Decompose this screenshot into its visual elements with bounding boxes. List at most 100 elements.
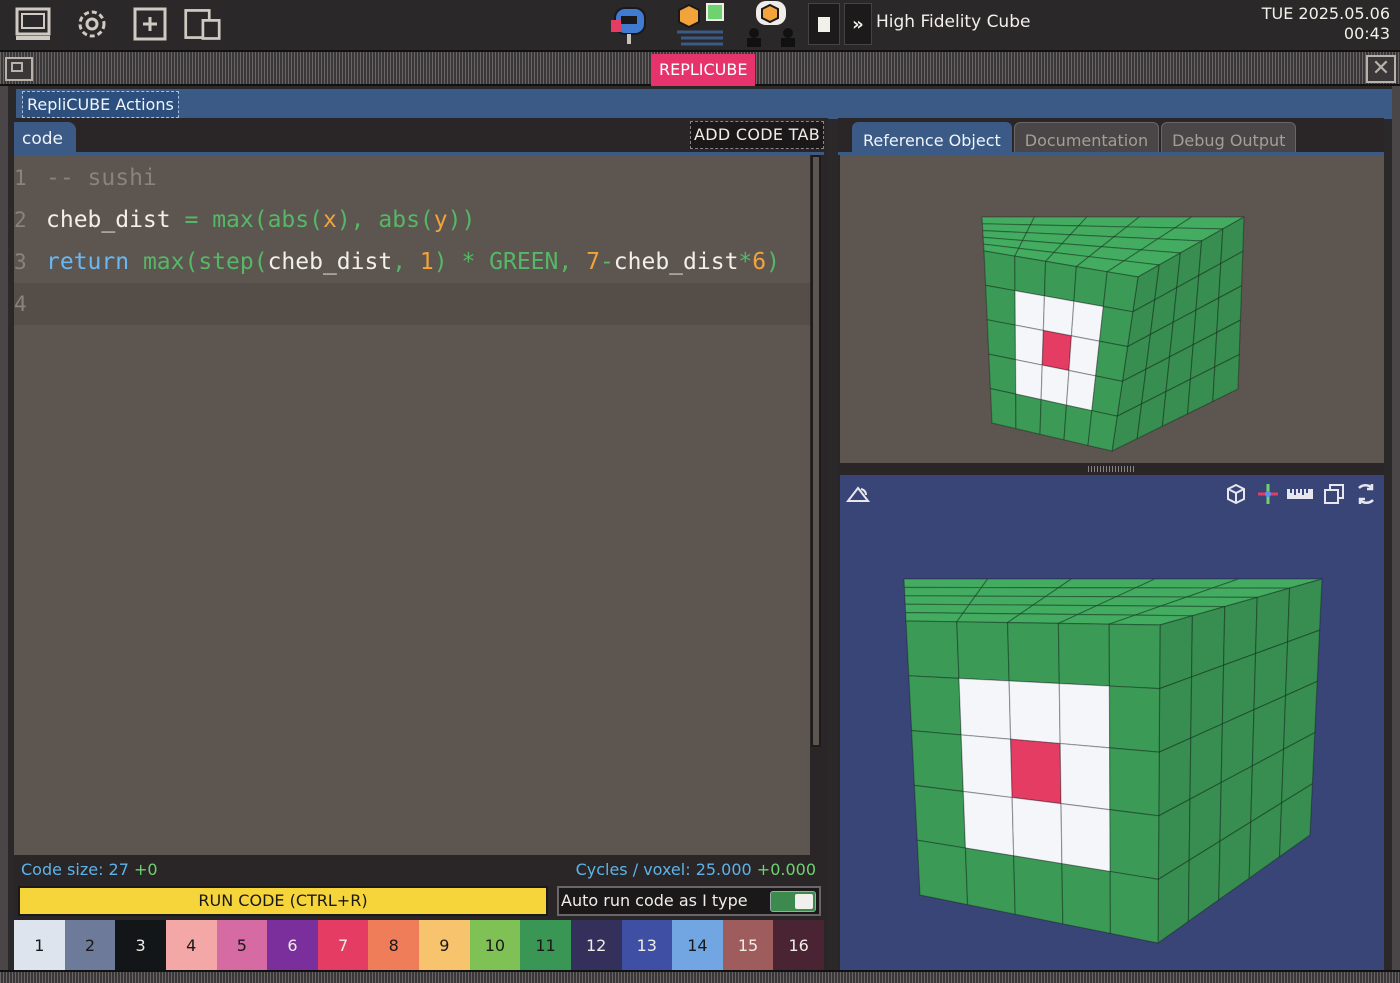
tab-reference-object[interactable]: Reference Object [852, 122, 1012, 154]
voxel-front [1108, 685, 1161, 753]
voxel-front [913, 784, 967, 849]
chat-people-icon[interactable] [744, 1, 798, 47]
voxel-top [1134, 605, 1226, 617]
line-text: cheb_dist = max(abs(x), abs(y)) [46, 199, 475, 241]
palette-color-2[interactable]: 2 [64, 920, 116, 970]
auto-run-toggle[interactable] [770, 891, 816, 912]
code-line[interactable]: 1 -- sushi [14, 157, 810, 199]
ruler-icon[interactable] [1286, 481, 1314, 507]
voxel-right [1255, 587, 1291, 655]
voxel-right [1285, 629, 1321, 697]
editor-scrollbar[interactable] [810, 155, 824, 857]
tab-debug-output[interactable]: Debug Output [1161, 122, 1297, 154]
code-token: 1 [419, 249, 434, 275]
voxel-output-view[interactable] [840, 475, 1384, 970]
line-number: 4 [14, 292, 27, 316]
voxel-top [1077, 605, 1162, 616]
palette-color-13[interactable]: 13 [621, 920, 673, 970]
palette-color-5[interactable]: 5 [216, 920, 268, 970]
run-code-button[interactable]: RUN CODE (CTRL+R) [18, 886, 548, 916]
clock-date: TUE 2025.05.06 [1261, 4, 1390, 23]
task-list-icon[interactable] [673, 3, 727, 46]
palette-color-11[interactable]: 11 [520, 920, 571, 970]
palette-color-8[interactable]: 8 [368, 920, 419, 970]
voxel-right [1253, 641, 1289, 711]
code-size-label: Code size: 27 [21, 860, 129, 879]
fast-forward-button[interactable]: » [844, 3, 872, 45]
palette-color-9[interactable]: 9 [419, 920, 470, 970]
palette-color-12[interactable]: 12 [570, 920, 622, 970]
code-token: return [46, 249, 143, 275]
voxel-front [1014, 255, 1047, 297]
replicube-actions-menu[interactable]: RepliCUBE Actions [22, 91, 179, 118]
code-token: , [392, 249, 420, 275]
code-token: max(step( [142, 249, 268, 275]
reference-tabs: Reference Object Documentation Debug Outpu… [852, 122, 1298, 154]
code-token: cheb_dist [267, 249, 393, 275]
wireframe-cube-icon[interactable] [1222, 481, 1250, 507]
voxel-front [916, 839, 969, 906]
voxel-top [904, 603, 970, 614]
palette-color-6[interactable]: 6 [267, 920, 318, 970]
code-token: )) [447, 207, 476, 233]
stop-button[interactable] [808, 3, 840, 45]
voxel-top [1108, 614, 1193, 626]
add-code-tab-button[interactable]: ADD CODE TAB [689, 121, 824, 149]
voxel-cube [903, 578, 1323, 944]
voxel-right [1159, 615, 1193, 690]
windows-icon[interactable] [183, 6, 221, 42]
settings-gear-icon[interactable] [73, 6, 111, 42]
splitter-grip[interactable] [1088, 466, 1134, 472]
code-line[interactable]: 2 cheb_dist = max(abs(x), abs(y)) [14, 199, 810, 241]
voxel-top [1160, 596, 1258, 608]
tab-documentation[interactable]: Documentation [1013, 122, 1160, 154]
window-bottom-border [0, 970, 1400, 983]
mailbox-robot-icon[interactable] [607, 6, 651, 44]
code-token: = [184, 207, 213, 233]
window-title: REPLICUBE [651, 54, 756, 86]
stop-icon [818, 16, 830, 32]
voxel-right [1218, 821, 1252, 901]
palette-color-16[interactable]: 16 [773, 920, 824, 970]
voxel-front [1040, 364, 1070, 406]
voxel-right [1221, 652, 1257, 725]
voxel-front [1015, 393, 1042, 435]
code-line[interactable]: 4 [14, 283, 810, 325]
scrollbar-thumb[interactable] [811, 155, 821, 747]
new-file-icon[interactable] [131, 6, 169, 42]
voxel-top [1057, 613, 1136, 625]
palette-color-10[interactable]: 10 [469, 920, 521, 970]
close-icon[interactable]: ✕ [1366, 55, 1396, 83]
voxel-front [1070, 300, 1104, 342]
tab-code[interactable]: code [14, 122, 76, 154]
axes-icon[interactable] [1254, 481, 1282, 507]
voxel-right [1281, 732, 1316, 804]
window-menu-icon[interactable] [5, 57, 33, 81]
code-token: x [322, 207, 337, 233]
computer-icon[interactable] [14, 6, 52, 42]
voxel-right [1157, 798, 1191, 880]
code-text-area[interactable]: 1 -- sushi 2 cheb_dist = max(abs(x), abs(y)… [14, 155, 810, 855]
code-token: 6 [752, 249, 767, 275]
code-size-delta: +0 [134, 860, 158, 879]
code-token: - [599, 249, 614, 275]
code-line[interactable]: 3 return max(step(cheb_dist, 1) * GREEN, … [14, 241, 810, 283]
palette-color-15[interactable]: 15 [722, 920, 774, 970]
voxel-top [1007, 613, 1079, 624]
palette-color-7[interactable]: 7 [317, 920, 369, 970]
rotate-view-icon[interactable] [844, 481, 872, 507]
palette-color-3[interactable]: 3 [115, 920, 166, 970]
voxel-right [1219, 765, 1253, 842]
palette-color-14[interactable]: 14 [672, 920, 723, 970]
voxel-front [1098, 305, 1134, 348]
voxel-front [958, 677, 1012, 740]
panel-splitter[interactable] [838, 463, 1384, 475]
reset-rotation-icon[interactable] [1352, 481, 1380, 507]
voxel-front [985, 284, 1016, 326]
palette-color-4[interactable]: 4 [165, 920, 217, 970]
window-title-bar[interactable]: REPLICUBE ✕ [0, 50, 1400, 86]
reference-object-view[interactable] [840, 155, 1384, 463]
palette-color-1[interactable]: 1 [14, 920, 65, 970]
layers-icon[interactable] [1320, 481, 1348, 507]
auto-run-option[interactable]: Auto run code as I type [557, 886, 821, 916]
